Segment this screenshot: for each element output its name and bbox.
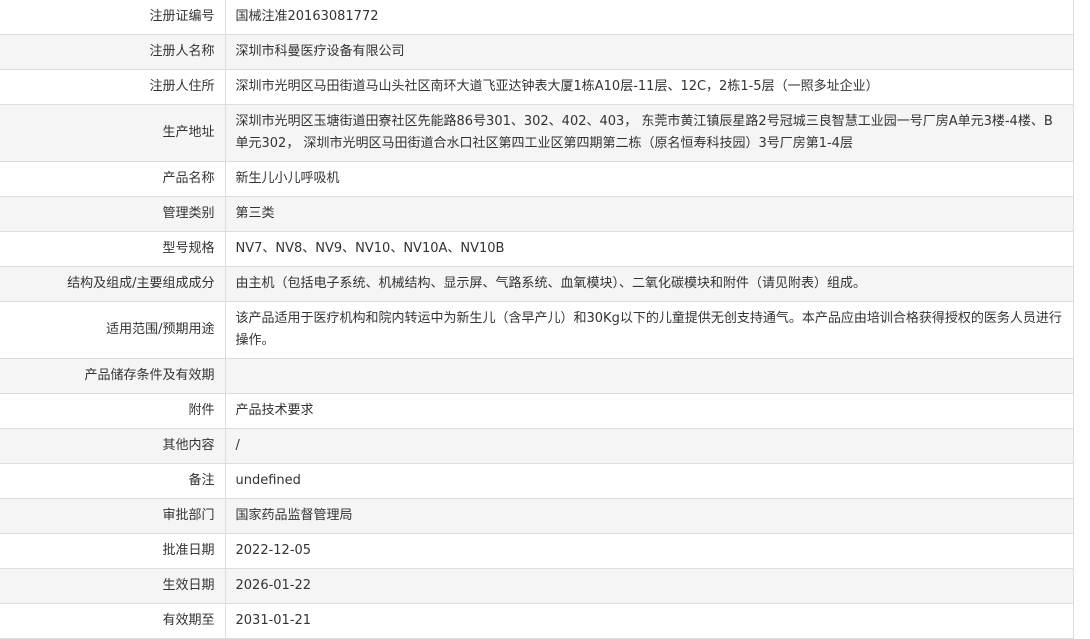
table-row-approval-department: 审批部门 国家药品监督管理局: [0, 498, 1074, 534]
table-row-structure-composition: 结构及组成/主要组成成分 由主机（包括电子系统、机械结构、显示屏、气路系统、血氧…: [0, 266, 1074, 302]
table-row-product-name: 产品名称 新生儿小儿呼吸机: [0, 161, 1074, 197]
field-label: 其他内容: [0, 428, 226, 464]
field-label: 生产地址: [0, 104, 226, 162]
field-value: /: [225, 428, 1074, 464]
field-label: 注册人住所: [0, 69, 226, 105]
field-value: 第三类: [225, 196, 1074, 232]
registration-detail-table: 注册证编号 国械注准20163081772 注册人名称 深圳市科曼医疗设备有限公…: [0, 0, 1074, 639]
field-value: 国械注准20163081772: [225, 0, 1074, 35]
table-row-model-spec: 型号规格 NV7、NV8、NV9、NV10、NV10A、NV10B: [0, 231, 1074, 267]
field-value: undefined: [225, 463, 1074, 499]
field-label: 附件: [0, 393, 226, 429]
field-value: 产品技术要求: [225, 393, 1074, 429]
field-value: 2026-01-22: [225, 568, 1074, 604]
table-row-remarks: 备注 undefined: [0, 463, 1074, 499]
table-row-approval-date: 批准日期 2022-12-05: [0, 533, 1074, 569]
field-label: 管理类别: [0, 196, 226, 232]
table-row-storage-conditions: 产品储存条件及有效期: [0, 358, 1074, 394]
field-value: 新生儿小儿呼吸机: [225, 161, 1074, 197]
field-value: 深圳市光明区马田街道马山头社区南环大道飞亚达钟表大厦1栋A10层-11层、12C…: [225, 69, 1074, 105]
table-row-registration-number: 注册证编号 国械注准20163081772: [0, 0, 1074, 35]
field-label: 批准日期: [0, 533, 226, 569]
field-label: 产品储存条件及有效期: [0, 358, 226, 394]
field-value: 深圳市光明区玉塘街道田寮社区先能路86号301、302、402、403， 东莞市…: [225, 104, 1074, 162]
field-label: 生效日期: [0, 568, 226, 604]
field-label: 注册人名称: [0, 34, 226, 70]
field-value: 该产品适用于医疗机构和院内转运中为新生儿（含早产儿）和30Kg以下的儿童提供无创…: [225, 301, 1074, 359]
table-row-intended-use: 适用范围/预期用途 该产品适用于医疗机构和院内转运中为新生儿（含早产儿）和30K…: [0, 301, 1074, 359]
field-label: 产品名称: [0, 161, 226, 197]
field-value: 由主机（包括电子系统、机械结构、显示屏、气路系统、血氧模块）、二氧化碳模块和附件…: [225, 266, 1074, 302]
field-label: 结构及组成/主要组成成分: [0, 266, 226, 302]
field-label: 审批部门: [0, 498, 226, 534]
field-value: 国家药品监督管理局: [225, 498, 1074, 534]
field-value: NV7、NV8、NV9、NV10、NV10A、NV10B: [225, 231, 1074, 267]
field-value: 2022-12-05: [225, 533, 1074, 569]
table-row-registrant-address: 注册人住所 深圳市光明区马田街道马山头社区南环大道飞亚达钟表大厦1栋A10层-1…: [0, 69, 1074, 105]
field-value: [225, 358, 1074, 394]
field-label: 适用范围/预期用途: [0, 301, 226, 359]
field-value: 深圳市科曼医疗设备有限公司: [225, 34, 1074, 70]
table-row-expiry-date: 有效期至 2031-01-21: [0, 603, 1074, 639]
table-row-registrant-name: 注册人名称 深圳市科曼医疗设备有限公司: [0, 34, 1074, 70]
table-row-effective-date: 生效日期 2026-01-22: [0, 568, 1074, 604]
field-label: 备注: [0, 463, 226, 499]
field-label: 注册证编号: [0, 0, 226, 35]
table-row-management-category: 管理类别 第三类: [0, 196, 1074, 232]
table-row-other-content: 其他内容 /: [0, 428, 1074, 464]
field-value: 2031-01-21: [225, 603, 1074, 639]
field-label: 有效期至: [0, 603, 226, 639]
table-row-attachment: 附件 产品技术要求: [0, 393, 1074, 429]
table-row-production-address: 生产地址 深圳市光明区玉塘街道田寮社区先能路86号301、302、402、403…: [0, 104, 1074, 162]
field-label: 型号规格: [0, 231, 226, 267]
